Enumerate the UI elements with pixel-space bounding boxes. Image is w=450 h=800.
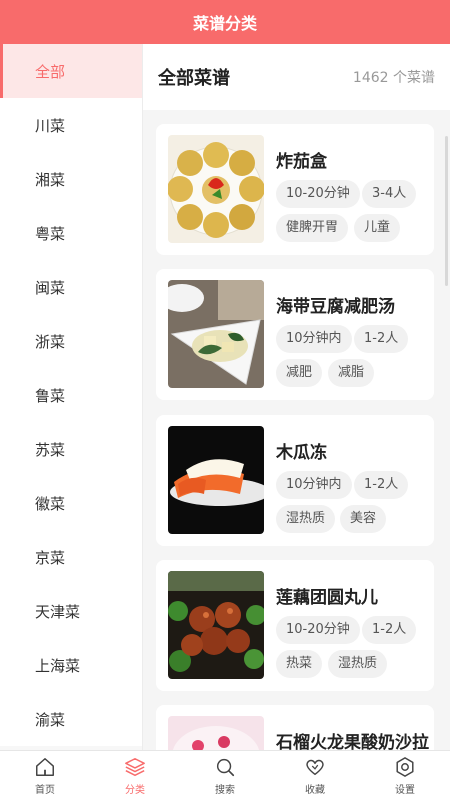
sidebar-item-beijing[interactable]: 京菜 [0, 530, 142, 584]
sidebar-item-label: 徽菜 [35, 494, 66, 513]
recipe-photo [168, 571, 264, 679]
recipe-tag: 儿童 [354, 214, 401, 242]
sidebar-item-label: 鲁菜 [35, 386, 66, 405]
sidebar-item-jiangsu[interactable]: 苏菜 [0, 422, 142, 476]
recipe-tag: 1-2人 [362, 616, 417, 644]
sidebar-item-label: 川菜 [35, 116, 66, 135]
recipe-count: 1462 个菜谱 [352, 70, 435, 86]
recipe-name: 炸茄盒 [276, 152, 327, 172]
sidebar-item-label: 浙菜 [35, 332, 66, 351]
list-title: 全部菜谱 [158, 68, 230, 89]
recipe-name: 莲藕团圆丸儿 [276, 588, 378, 608]
sidebar-item-sichuan[interactable]: 川菜 [0, 98, 142, 152]
sidebar-item-label: 粤菜 [35, 224, 66, 243]
sidebar-item-label: 闽菜 [35, 278, 66, 297]
recipe-tag: 减脂 [328, 359, 375, 387]
sidebar-item-label: 上海菜 [35, 656, 81, 675]
recipe-card[interactable]: 炸茄盒 10-20分钟 3-4人 健脾开胃 儿童 [156, 124, 434, 255]
recipe-tag: 10-20分钟 [276, 616, 360, 644]
sidebar-item-tianjin[interactable]: 天津菜 [0, 584, 142, 638]
recipe-tag: 1-2人 [354, 325, 409, 353]
sidebar-item-chongqing[interactable]: 渝菜 [0, 692, 142, 746]
sidebar-item-all[interactable]: 全部 [0, 44, 142, 98]
recipe-tag: 美容 [340, 505, 387, 533]
tab-label: 分类 [125, 784, 145, 796]
recipe-photo [168, 716, 264, 750]
recipe-card[interactable]: 石榴火龙果酸奶沙拉 [156, 705, 434, 750]
sidebar-item-fujian[interactable]: 闽菜 [0, 260, 142, 314]
recipe-name: 石榴火龙果酸奶沙拉 [276, 733, 429, 750]
tab-category[interactable]: 分类 [90, 751, 180, 800]
recipe-tag: 10-20分钟 [276, 180, 360, 208]
header-title: 菜谱分类 [192, 14, 257, 33]
recipe-card[interactable]: 海带豆腐减肥汤 10分钟内 1-2人 减肥 减脂 [156, 269, 434, 400]
list-header: 全部菜谱 1462 个菜谱 [143, 44, 450, 110]
sidebar-item-zhejiang[interactable]: 浙菜 [0, 314, 142, 368]
tab-favorites[interactable]: 收藏 [270, 751, 360, 800]
sidebar-item-shanghai[interactable]: 上海菜 [0, 638, 142, 692]
recipe-tag: 3-4人 [362, 180, 417, 208]
sidebar-item-label: 湘菜 [35, 170, 66, 189]
recipe-tag: 10分钟内 [276, 471, 352, 499]
tab-label: 收藏 [305, 784, 325, 796]
tab-search[interactable]: 搜索 [180, 751, 270, 800]
search-icon [216, 758, 235, 776]
sidebar-item-hunan[interactable]: 湘菜 [0, 152, 142, 206]
sidebar-item-label: 苏菜 [35, 440, 66, 459]
sidebar-item-label: 渝菜 [35, 710, 66, 729]
tab-label: 设置 [395, 784, 415, 796]
sidebar-item-label: 京菜 [35, 548, 66, 567]
tab-home[interactable]: 首页 [0, 751, 90, 800]
tab-label: 首页 [35, 784, 55, 796]
tab-settings[interactable]: 设置 [360, 751, 450, 800]
app-header: 菜谱分类 [0, 0, 450, 44]
heart-icon [306, 759, 324, 775]
sidebar-item-shandong[interactable]: 鲁菜 [0, 368, 142, 422]
recipe-tag: 减肥 [276, 359, 323, 387]
recipe-tag: 1-2人 [354, 471, 409, 499]
recipe-card[interactable]: 莲藕团圆丸儿 10-20分钟 1-2人 热菜 湿热质 [156, 560, 434, 691]
tab-label: 搜索 [215, 784, 235, 796]
settings-icon [396, 756, 414, 777]
scrollbar[interactable] [445, 136, 448, 286]
recipe-tag: 热菜 [276, 650, 323, 678]
recipe-name: 木瓜冻 [276, 443, 327, 463]
sidebar-item-cantonese[interactable]: 粤菜 [0, 206, 142, 260]
recipe-photo [168, 426, 264, 534]
category-sidebar: 全部 川菜 湘菜 粤菜 闽菜 浙菜 鲁菜 苏菜 徽菜 京菜 天津菜 上海菜 渝菜 [0, 44, 143, 750]
sidebar-item-anhui[interactable]: 徽菜 [0, 476, 142, 530]
home-icon [36, 757, 54, 776]
bottom-tab-bar: 首页 分类 搜索 收藏 设置 [0, 750, 450, 800]
recipe-tag: 湿热质 [328, 650, 388, 678]
recipe-tag: 湿热质 [276, 505, 336, 533]
recipe-tag: 健脾开胃 [276, 214, 349, 242]
recipe-card[interactable]: 木瓜冻 10分钟内 1-2人 湿热质 美容 [156, 415, 434, 546]
layers-icon [125, 757, 145, 776]
sidebar-item-label: 全部 [35, 62, 66, 81]
recipe-name: 海带豆腐减肥汤 [276, 297, 395, 317]
recipe-list-panel: 全部菜谱 1462 个菜谱 炸茄盒 10-20分钟 3-4人 健脾开胃 儿童 海… [143, 44, 450, 750]
recipe-tag: 10分钟内 [276, 325, 352, 353]
recipe-photo [168, 280, 264, 388]
sidebar-item-label: 天津菜 [35, 602, 81, 621]
recipe-photo [168, 135, 264, 243]
